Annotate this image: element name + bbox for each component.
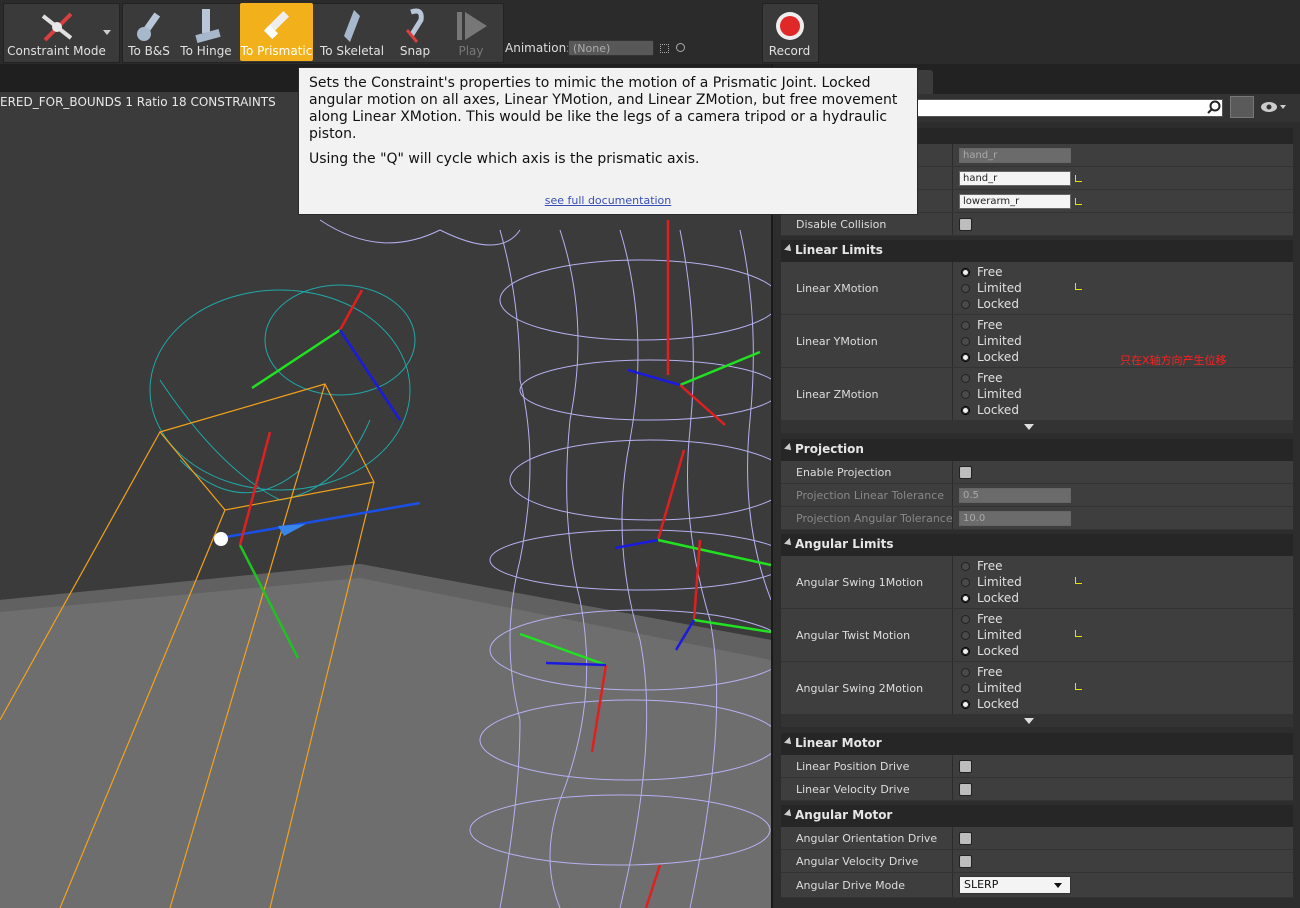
to-prismatic-label: To Prismatic	[240, 44, 313, 58]
to-skeletal-button[interactable]: To Skeletal	[318, 3, 386, 61]
to-hinge-label: To Hinge	[180, 44, 232, 58]
reset-icon[interactable]	[1075, 283, 1082, 290]
projection-angular-tolerance-row: Projection Angular Tolerance 10.0	[781, 507, 1293, 530]
angular-swing2-row: Angular Swing 2Motion Free Limited Locke…	[781, 662, 1293, 715]
reset-icon[interactable]	[1075, 683, 1082, 690]
tooltip-description: Sets the Constraint's properties to mimi…	[309, 75, 898, 142]
ball-socket-icon	[137, 12, 161, 41]
constraint-mode-dropdown-icon[interactable]	[103, 30, 111, 35]
constraint-mode-label: Constraint Mode	[7, 44, 106, 58]
play-icon	[457, 12, 487, 40]
angular-orientation-drive-label: Angular Orientation Drive	[796, 832, 938, 845]
constraint-mode-button[interactable]: Constraint Mode	[5, 3, 108, 61]
tooltip-hint: Using the "Q" will cycle which axis is t…	[309, 151, 700, 167]
record-icon	[775, 12, 804, 40]
to-bs-label: To B&S	[128, 44, 170, 58]
enable-projection-label: Enable Projection	[796, 466, 892, 479]
toolbar: Constraint Mode To B&S To Hinge To Prism…	[0, 0, 1300, 65]
linear-position-drive-label: Linear Position Drive	[796, 760, 910, 773]
snap-button[interactable]: Snap	[392, 3, 438, 61]
linear-xmotion-row: Linear XMotion Free Limited Locked	[781, 262, 1293, 315]
animation-label: Animation:	[505, 41, 571, 55]
linear-motor-category[interactable]: Linear Motor	[781, 733, 1293, 755]
projection-linear-tolerance-label: Projection Linear Tolerance	[796, 489, 945, 502]
linear-velocity-drive-row: Linear Velocity Drive	[781, 778, 1293, 801]
linear-limits-expander[interactable]	[781, 421, 1293, 433]
enable-projection-checkbox[interactable]	[959, 466, 972, 479]
linear-velocity-drive-label: Linear Velocity Drive	[796, 783, 910, 796]
angular-drive-mode-label: Angular Drive Mode	[796, 879, 906, 892]
record-button[interactable]: Record	[764, 3, 815, 61]
linear-position-drive-row: Linear Position Drive	[781, 755, 1293, 778]
linear-velocity-drive-checkbox[interactable]	[959, 783, 972, 796]
linear-ymotion-label: Linear YMotion	[796, 335, 878, 348]
play-button[interactable]: Play	[448, 3, 494, 61]
search-icon[interactable]	[676, 43, 685, 52]
joint-name-field: hand_r	[959, 148, 1071, 163]
angular-velocity-drive-row: Angular Velocity Drive	[781, 850, 1293, 873]
linear-xmotion-label: Linear XMotion	[796, 282, 879, 295]
angular-velocity-drive-label: Angular Velocity Drive	[796, 855, 919, 868]
angular-drive-mode-select[interactable]: SLERP	[959, 876, 1071, 894]
angular-limits-expander[interactable]	[781, 715, 1293, 727]
reset-icon[interactable]	[1075, 630, 1082, 637]
projection-linear-tolerance-row: Projection Linear Tolerance 0.5	[781, 484, 1293, 507]
eye-icon[interactable]	[1260, 100, 1288, 114]
angular-drive-mode-row: Angular Drive Mode SLERP	[781, 873, 1293, 898]
projection-category[interactable]: Projection	[781, 439, 1293, 461]
play-label: Play	[458, 44, 484, 58]
viewport-info: ERED_FOR_BOUNDS 1 Ratio 18 CONSTRAINTS	[0, 95, 276, 109]
projection-angular-tolerance-field[interactable]: 10.0	[959, 511, 1071, 526]
angular-swing1-row: Angular Swing 1Motion Free Limited Locke…	[781, 556, 1293, 609]
linear-zmotion-label: Linear ZMotion	[796, 388, 879, 401]
linear-zmotion-row: Linear ZMotion Free Limited Locked	[781, 368, 1293, 421]
details-search-input[interactable]	[913, 99, 1223, 117]
full-documentation-link[interactable]: see full documentation	[299, 192, 917, 209]
angular-swing2-label: Angular Swing 2Motion	[796, 682, 924, 695]
angular-motor-category[interactable]: Angular Motor	[781, 805, 1293, 827]
to-hinge-button[interactable]: To Hinge	[178, 3, 234, 61]
disable-collision-label: Disable Collision	[796, 218, 887, 231]
enable-projection-row: Enable Projection	[781, 461, 1293, 484]
angular-orientation-drive-checkbox[interactable]	[959, 832, 972, 845]
prismatic-icon	[263, 10, 289, 40]
angular-twist-row: Angular Twist Motion Free Limited Locked	[781, 609, 1293, 662]
linear-position-drive-checkbox[interactable]	[959, 760, 972, 773]
chevron-down-icon	[1054, 883, 1062, 888]
reset-icon[interactable]	[1075, 175, 1082, 182]
linear-limits-category[interactable]: Linear Limits	[781, 240, 1293, 262]
annotation-note: 只在X轴方向产生位移	[1120, 354, 1227, 367]
projection-linear-tolerance-field[interactable]: 0.5	[959, 488, 1071, 503]
skeletal-icon	[344, 10, 360, 42]
snap-icon	[405, 8, 424, 43]
reset-icon[interactable]	[1075, 198, 1082, 205]
bone2-field[interactable]: lowerarm_r	[959, 194, 1071, 209]
bone1-field[interactable]: hand_r	[959, 171, 1071, 186]
prismatic-tooltip: Sets the Constraint's properties to mimi…	[298, 67, 918, 215]
angular-twist-label: Angular Twist Motion	[796, 629, 911, 642]
property-matrix-button[interactable]	[1230, 96, 1254, 118]
to-skeletal-label: To Skeletal	[319, 44, 385, 58]
reset-icon[interactable]	[1075, 577, 1082, 584]
projection-angular-tolerance-label: Projection Angular Tolerance	[796, 512, 953, 525]
snap-label: Snap	[399, 44, 431, 58]
angular-swing1-label: Angular Swing 1Motion	[796, 576, 924, 589]
record-label: Record	[768, 44, 811, 58]
search-icon[interactable]	[1207, 100, 1221, 114]
angular-velocity-drive-checkbox[interactable]	[959, 855, 972, 868]
to-prismatic-button[interactable]: To Prismatic	[240, 3, 313, 61]
grid-icon[interactable]	[660, 44, 669, 53]
animation-picker[interactable]: (None)	[568, 40, 654, 56]
constraint-mode-icon	[41, 12, 72, 42]
to-bs-button[interactable]: To B&S	[124, 3, 174, 61]
hinge-icon	[195, 9, 221, 43]
angular-limits-category[interactable]: Angular Limits	[781, 534, 1293, 556]
angular-orientation-drive-row: Angular Orientation Drive	[781, 827, 1293, 850]
disable-collision-row: Disable Collision	[781, 213, 1293, 236]
disable-collision-checkbox[interactable]	[959, 218, 972, 231]
